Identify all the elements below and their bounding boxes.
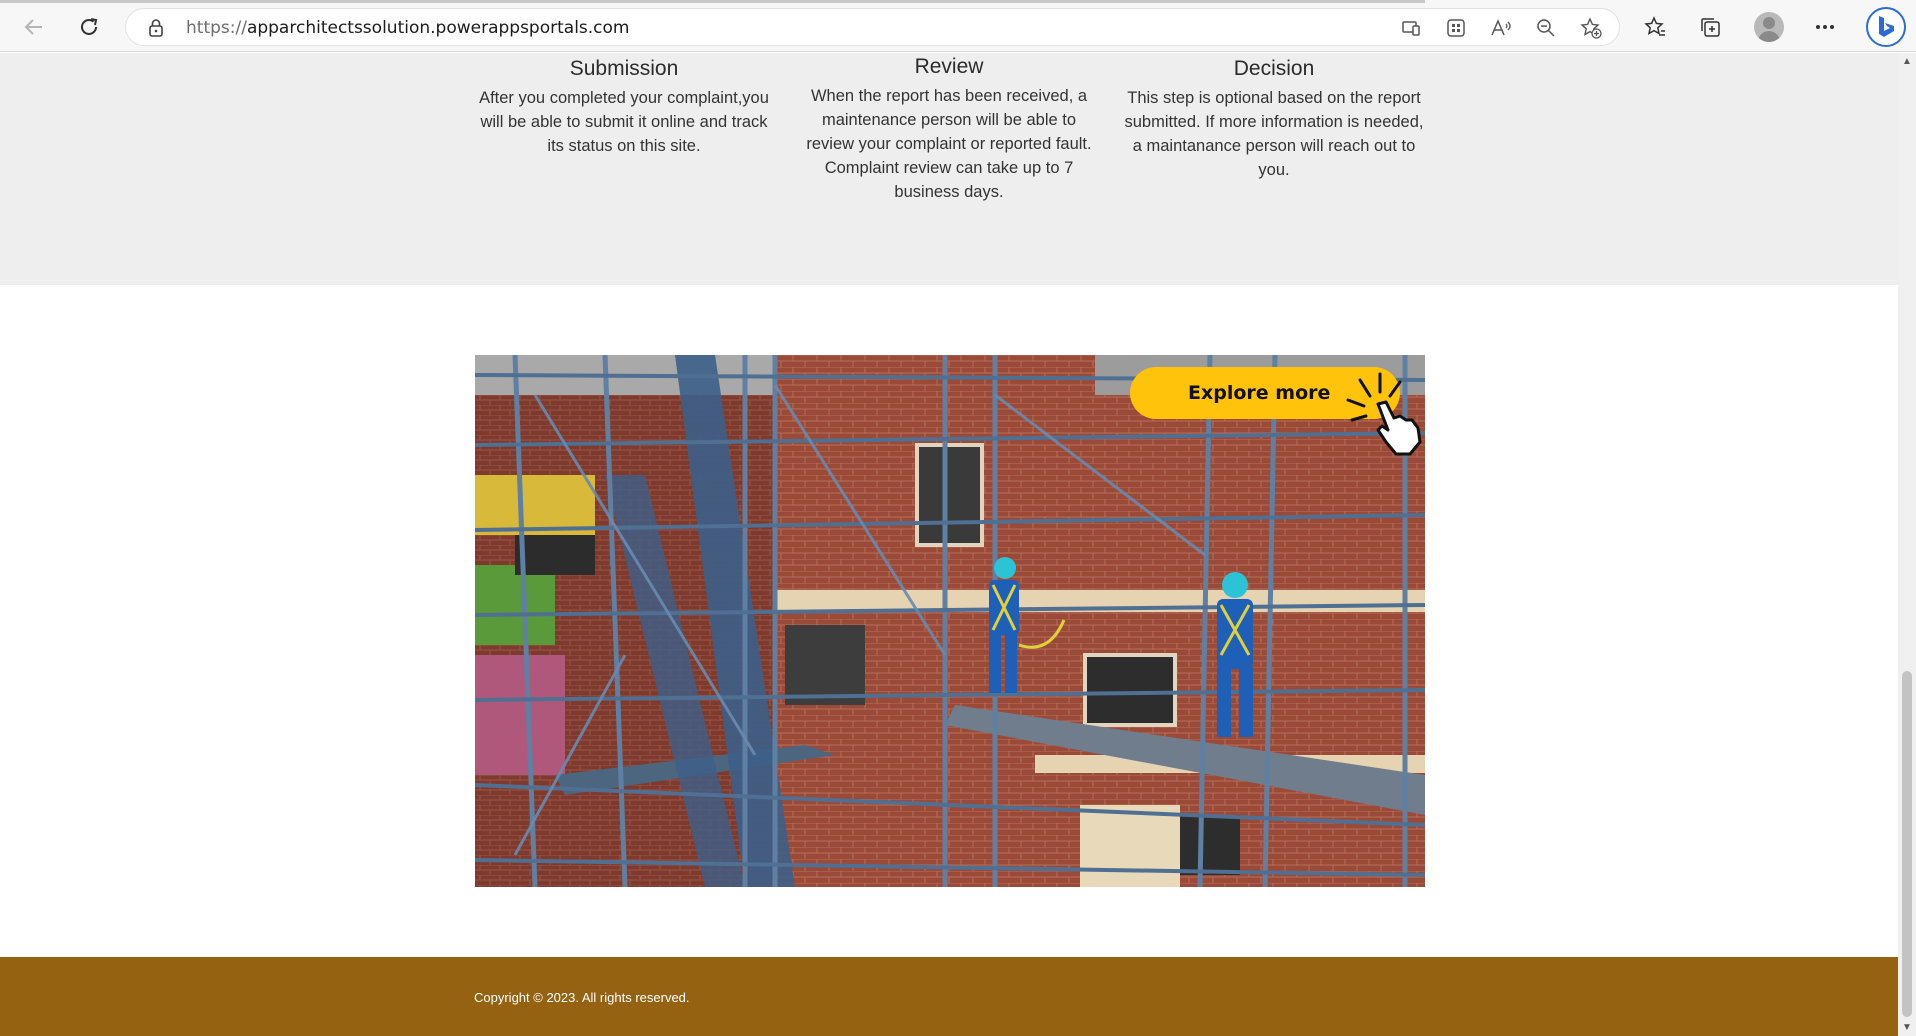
back-arrow-icon[interactable]: [17, 10, 51, 44]
url-text: https://apparchitectssolution.powerappsp…: [186, 18, 630, 38]
vertical-scrollbar[interactable]: ▲ ▼: [1898, 53, 1916, 1036]
step-decision: Decision This step is optional based on …: [1124, 55, 1424, 182]
process-steps-section: Submission After you completed your comp…: [0, 53, 1898, 285]
scroll-up-arrow-icon[interactable]: ▲: [1902, 56, 1912, 67]
read-aloud-icon[interactable]: [1488, 16, 1514, 40]
step-title: Submission: [569, 57, 679, 80]
step-submission: Submission After you completed your comp…: [474, 55, 774, 158]
step-description: This step is optional based on the repor…: [1124, 89, 1424, 179]
address-bar[interactable]: https://apparchitectssolution.powerappsp…: [125, 8, 1620, 46]
hero-image-scaffolding: [475, 355, 1425, 887]
page-load-progress: [0, 0, 1425, 3]
pointing-hand-icon: [1338, 370, 1428, 460]
scrollbar-thumb[interactable]: [1902, 671, 1912, 1017]
bing-icon[interactable]: [1866, 7, 1906, 47]
profile-icon[interactable]: [1754, 12, 1784, 42]
step-description: When the report has been received, a mai…: [806, 87, 1092, 201]
app-available-icon[interactable]: [1398, 16, 1424, 40]
more-icon[interactable]: [1808, 10, 1842, 44]
copyright-text: Copyright © 2023. All rights reserved.: [474, 990, 690, 1005]
collections-icon[interactable]: [1693, 10, 1727, 44]
site-footer: Copyright © 2023. All rights reserved.: [0, 957, 1898, 1036]
add-favorite-icon[interactable]: [1578, 16, 1604, 40]
page-content: Submission After you completed your comp…: [0, 53, 1898, 1036]
step-description: After you completed your complaint,you w…: [479, 89, 769, 155]
step-review: Review When the report has been received…: [799, 53, 1099, 204]
step-title: Decision: [1233, 57, 1315, 80]
favorites-icon[interactable]: [1638, 10, 1672, 44]
refresh-icon[interactable]: [72, 10, 106, 44]
scroll-down-arrow-icon[interactable]: ▼: [1902, 1022, 1912, 1033]
explore-more-label: Explore more: [1188, 382, 1331, 404]
zoom-out-icon[interactable]: [1533, 16, 1559, 40]
apps-icon[interactable]: [1443, 16, 1469, 40]
browser-window: https://apparchitectssolution.powerappsp…: [0, 0, 1916, 1036]
step-title: Review: [914, 55, 984, 78]
browser-toolbar: https://apparchitectssolution.powerappsp…: [0, 0, 1916, 52]
lock-icon[interactable]: [148, 18, 164, 43]
